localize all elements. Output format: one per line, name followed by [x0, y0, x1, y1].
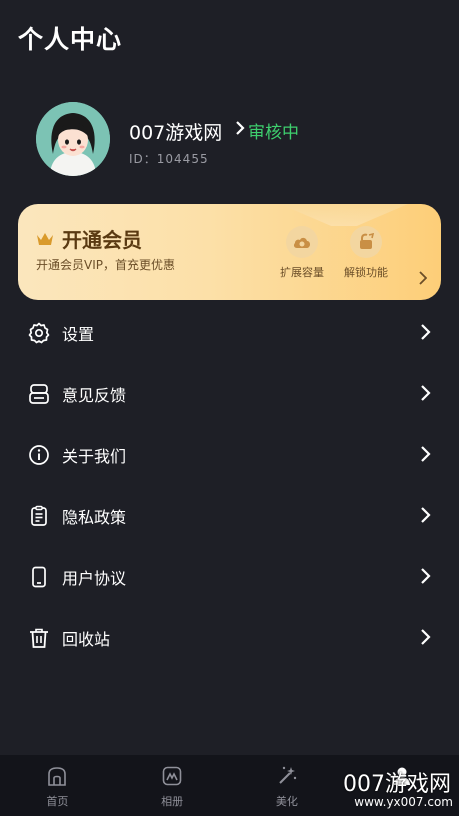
chevron-right-icon: [421, 507, 431, 523]
tab-album[interactable]: 相册: [115, 755, 230, 816]
chevron-right-icon: [234, 120, 246, 141]
menu-item-about[interactable]: 关于我们: [0, 424, 459, 485]
user-id-value: 104455: [156, 152, 209, 166]
menu-item-label: 意见反馈: [62, 385, 127, 405]
feature-label: 扩展容量: [280, 266, 324, 279]
review-status-text: 审核中: [248, 123, 299, 143]
chevron-right-icon: [421, 324, 431, 340]
user-id: ID：104455: [129, 150, 209, 167]
vip-card[interactable]: 开通会员 开通会员VIP，首充更优惠 扩展容量 解锁功能: [18, 204, 441, 300]
info-icon: [28, 444, 50, 466]
menu-item-label: 用户协议: [62, 568, 127, 588]
vip-title-text: 开通会员: [62, 228, 142, 252]
tab-beautify[interactable]: 美化: [230, 755, 345, 816]
privacy-icon: [28, 505, 50, 527]
unlock-feature-icon: [350, 226, 382, 258]
crown-icon: [37, 232, 53, 245]
feature-label: 解锁功能: [344, 266, 388, 279]
album-icon: [162, 766, 182, 786]
chevron-right-icon: [421, 385, 431, 401]
watermark-logo: 007游戏网: [343, 772, 451, 797]
profile-section[interactable]: 007游戏网 审核中 ID：104455: [36, 102, 436, 178]
vip-title: 开通会员: [36, 224, 142, 253]
menu-item-label: 设置: [62, 324, 95, 344]
menu-item-user-agreement[interactable]: 用户协议: [0, 546, 459, 607]
watermark-url: www.yx007.com: [354, 795, 453, 809]
user-id-label: ID：: [129, 152, 157, 166]
phone-icon: [28, 566, 50, 588]
settings-menu: 设置 意见反馈 关于我们 隐私政策 用户协议 回收站: [0, 302, 459, 668]
gear-icon: [28, 322, 50, 344]
trash-icon: [28, 627, 50, 649]
feature-unlock[interactable]: 解锁功能: [338, 226, 394, 280]
menu-item-label: 隐私政策: [62, 507, 127, 527]
chevron-right-icon: [421, 446, 431, 462]
menu-item-label: 回收站: [62, 629, 111, 649]
chevron-right-icon[interactable]: [419, 270, 428, 289]
feedback-icon: [28, 383, 50, 405]
menu-item-feedback[interactable]: 意见反馈: [0, 363, 459, 424]
avatar[interactable]: [36, 102, 110, 176]
menu-item-recycle-bin[interactable]: 回收站: [0, 607, 459, 668]
vip-card-notch: [280, 204, 408, 226]
cloud-storage-icon: [286, 226, 318, 258]
magic-wand-icon: [279, 766, 297, 784]
tab-home[interactable]: 首页: [0, 755, 115, 816]
review-status-link[interactable]: 审核中: [234, 118, 299, 143]
vip-subtitle: 开通会员VIP，首充更优惠: [36, 258, 175, 272]
chevron-right-icon: [421, 568, 431, 584]
menu-item-settings[interactable]: 设置: [0, 302, 459, 363]
menu-item-privacy[interactable]: 隐私政策: [0, 485, 459, 546]
tab-label: 美化: [275, 795, 298, 808]
menu-item-label: 关于我们: [62, 446, 127, 466]
username: 007游戏网: [129, 122, 223, 144]
home-icon: [48, 767, 67, 786]
chevron-right-icon: [421, 629, 431, 645]
page-title: 个人中心: [18, 25, 123, 54]
tab-label: 首页: [46, 795, 69, 808]
tab-label: 相册: [161, 795, 184, 808]
feature-expand-storage[interactable]: 扩展容量: [274, 226, 330, 280]
